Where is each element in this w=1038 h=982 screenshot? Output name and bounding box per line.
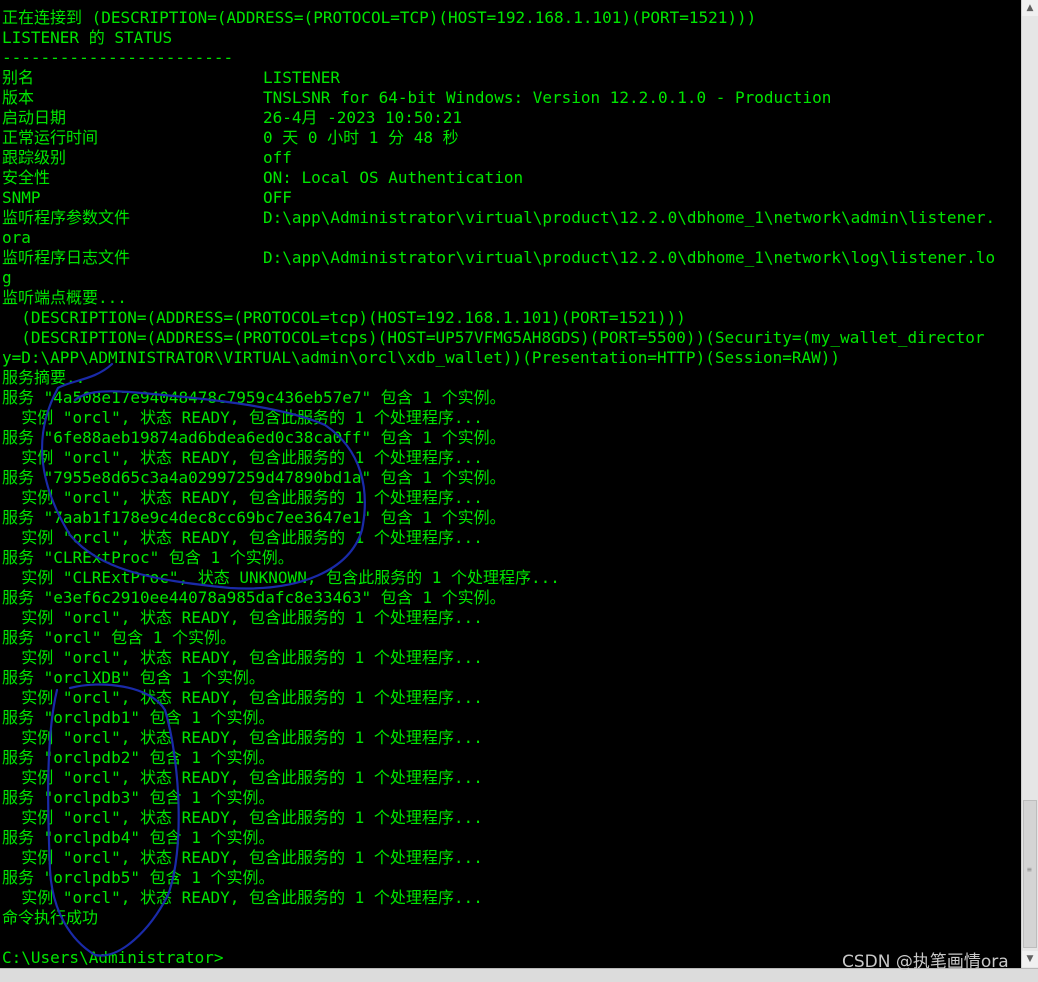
terminal-output[interactable]: 正在连接到 (DESCRIPTION=(ADDRESS=(PROTOCOL=TC… <box>0 0 1021 968</box>
service-line: 实例 "orcl", 状态 READY, 包含此服务的 1 个处理程序... <box>2 488 483 507</box>
grip-icon: ≡ <box>1027 865 1032 874</box>
scrollbar-thumb[interactable]: ≡ <box>1023 800 1037 948</box>
header-line: LISTENER 的 STATUS <box>2 28 173 47</box>
service-line: 服务 "7aab1f178e9c4dec8cc69bc7ee3647e1" 包含… <box>2 508 506 527</box>
service-line: 服务 "orclXDB" 包含 1 个实例。 <box>2 668 265 687</box>
service-line: 实例 "orcl", 状态 READY, 包含此服务的 1 个处理程序... <box>2 448 483 467</box>
service-line: 实例 "orcl", 状态 READY, 包含此服务的 1 个处理程序... <box>2 408 483 427</box>
command-prompt: C:\Users\Administrator> <box>2 948 224 967</box>
service-line: 实例 "CLRExtProc", 状态 UNKNOWN, 包含此服务的 1 个处… <box>2 568 560 587</box>
service-line: 服务 "7955e8d65c3a4a02997259d47890bd1a" 包含… <box>2 468 506 487</box>
header-line: ------------------------ <box>2 48 234 67</box>
service-line: 服务 "orclpdb5" 包含 1 个实例。 <box>2 868 275 887</box>
status-key: ora <box>2 228 31 247</box>
status-key: 启动日期 <box>2 108 67 127</box>
status-value: 26-4月 -2023 10:50:21 <box>263 108 463 127</box>
status-value: D:\app\Administrator\virtual\product\12.… <box>263 208 996 227</box>
status-value: 0 天 0 小时 1 分 48 秒 <box>263 128 459 147</box>
status-value: TNSLSNR for 64-bit Windows: Version 12.2… <box>263 88 832 107</box>
scroll-up-icon[interactable]: ▲ <box>1022 0 1038 16</box>
service-line: 实例 "orcl", 状态 READY, 包含此服务的 1 个处理程序... <box>2 608 483 627</box>
service-line: 实例 "orcl", 状态 READY, 包含此服务的 1 个处理程序... <box>2 768 483 787</box>
status-key: 版本 <box>2 88 35 107</box>
vertical-scrollbar[interactable]: ▲ ≡ ▼ <box>1021 0 1038 968</box>
service-line: 实例 "orcl", 状态 READY, 包含此服务的 1 个处理程序... <box>2 808 483 827</box>
endpoint-line: (DESCRIPTION=(ADDRESS=(PROTOCOL=tcps)(HO… <box>2 328 985 347</box>
service-line: 实例 "orcl", 状态 READY, 包含此服务的 1 个处理程序... <box>2 848 483 867</box>
service-line: 服务 "orclpdb1" 包含 1 个实例。 <box>2 708 275 727</box>
service-line: 实例 "orcl", 状态 READY, 包含此服务的 1 个处理程序... <box>2 688 483 707</box>
status-value: off <box>263 148 292 167</box>
status-value: LISTENER <box>263 68 341 87</box>
service-line: 服务 "orcl" 包含 1 个实例。 <box>2 628 236 647</box>
service-line: 实例 "orcl", 状态 READY, 包含此服务的 1 个处理程序... <box>2 648 483 667</box>
service-line: 服务 "6fe88aeb19874ad6bdea6ed0c38ca0ff" 包含… <box>2 428 506 447</box>
service-line: 服务 "CLRExtProc" 包含 1 个实例。 <box>2 548 294 567</box>
endpoint-line: y=D:\APP\ADMINISTRATOR\VIRTUAL\admin\orc… <box>2 348 841 367</box>
status-key: 别名 <box>2 68 35 87</box>
service-line: 服务 "4a508e17e94048478c7959c436eb57e7" 包含… <box>2 388 506 407</box>
service-line: 服务 "orclpdb3" 包含 1 个实例。 <box>2 788 275 807</box>
service-line: 命令执行成功 <box>2 908 99 927</box>
service-line: 实例 "orcl", 状态 READY, 包含此服务的 1 个处理程序... <box>2 728 483 747</box>
service-line: 服务 "orclpdb4" 包含 1 个实例。 <box>2 828 275 847</box>
status-key: 跟踪级别 <box>2 148 67 167</box>
service-line: 实例 "orcl", 状态 READY, 包含此服务的 1 个处理程序... <box>2 888 483 907</box>
status-key: SNMP <box>2 188 41 207</box>
status-key: g <box>2 268 12 287</box>
header-line: 正在连接到 (DESCRIPTION=(ADDRESS=(PROTOCOL=TC… <box>2 8 757 27</box>
scroll-down-icon[interactable]: ▼ <box>1022 951 1038 967</box>
service-line: 服务 "e3ef6c2910ee44078a985dafc8e33463" 包含… <box>2 588 506 607</box>
status-key: 监听程序参数文件 <box>2 208 131 227</box>
status-value: D:\app\Administrator\virtual\product\12.… <box>263 248 996 267</box>
service-line: 实例 "orcl", 状态 READY, 包含此服务的 1 个处理程序... <box>2 528 483 547</box>
status-key: 安全性 <box>2 168 51 187</box>
status-value: ON: Local OS Authentication <box>263 168 524 187</box>
status-value: OFF <box>263 188 292 207</box>
endpoint-line: (DESCRIPTION=(ADDRESS=(PROTOCOL=tcp)(HOS… <box>2 308 686 327</box>
service-line: 服务摘要.. <box>2 368 86 387</box>
status-key: 监听程序日志文件 <box>2 248 131 267</box>
status-key: 正常运行时间 <box>2 128 99 147</box>
endpoint-line: 监听端点概要... <box>2 288 127 307</box>
service-line: 服务 "orclpdb2" 包含 1 个实例。 <box>2 748 275 767</box>
watermark: CSDN @执笔画情ora <box>842 952 1009 972</box>
